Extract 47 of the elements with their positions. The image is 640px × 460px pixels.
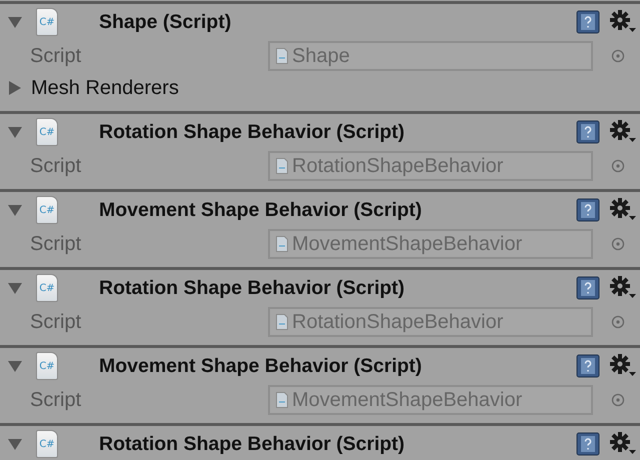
help-book-icon[interactable] <box>576 432 600 456</box>
help-book-icon[interactable] <box>576 10 600 34</box>
foldout-arrow-icon[interactable] <box>8 81 22 95</box>
script-file-icon: C# <box>36 196 58 224</box>
help-book-icon[interactable] <box>576 120 600 144</box>
settings-icon[interactable] <box>610 276 636 300</box>
script-field[interactable]: MovementShapeBehavior <box>268 385 593 415</box>
settings-icon[interactable] <box>610 354 636 378</box>
help-book-icon[interactable] <box>576 198 600 222</box>
field-label: Script <box>30 232 82 256</box>
settings-icon[interactable] <box>610 198 636 222</box>
script-file-icon <box>276 236 288 252</box>
foldout-arrow-icon[interactable] <box>8 203 22 217</box>
foldout-arrow-icon[interactable] <box>8 15 22 29</box>
field-label: Script <box>30 310 82 334</box>
script-field[interactable]: Shape <box>268 41 593 71</box>
foldout-arrow-icon[interactable] <box>8 359 22 373</box>
script-file-icon <box>276 48 288 64</box>
settings-icon[interactable] <box>610 120 636 144</box>
script-field[interactable]: RotationShapeBehavior <box>268 307 593 337</box>
field-label: Script <box>30 44 82 68</box>
foldout-arrow-icon[interactable] <box>8 437 22 451</box>
help-book-icon[interactable] <box>576 276 600 300</box>
component-title: Movement Shape Behavior (Script) <box>99 354 423 378</box>
foldout-arrow-icon[interactable] <box>8 281 22 295</box>
script-field[interactable]: RotationShapeBehavior <box>268 151 593 181</box>
help-book-icon[interactable] <box>576 354 600 378</box>
script-file-icon <box>276 392 288 408</box>
script-file-icon: C# <box>36 430 58 458</box>
component-title: Rotation Shape Behavior (Script) <box>99 432 406 456</box>
field-label: Script <box>30 388 82 412</box>
script-file-icon: C# <box>36 118 58 146</box>
foldout-label[interactable]: Mesh Renderers <box>31 76 179 100</box>
script-field[interactable]: MovementShapeBehavior <box>268 229 593 259</box>
component-title: Rotation Shape Behavior (Script) <box>99 276 406 300</box>
foldout-arrow-icon[interactable] <box>8 125 22 139</box>
script-file-icon: C# <box>36 352 58 380</box>
script-file-icon: C# <box>36 8 58 36</box>
component-title: Movement Shape Behavior (Script) <box>99 198 423 222</box>
script-file-icon <box>276 314 288 330</box>
field-label: Script <box>30 154 82 178</box>
settings-icon[interactable] <box>610 432 636 456</box>
script-file-icon: C# <box>36 274 58 302</box>
script-file-icon <box>276 158 288 174</box>
component-title: Shape (Script) <box>99 10 232 34</box>
settings-icon[interactable] <box>610 10 636 34</box>
component-title: Rotation Shape Behavior (Script) <box>99 120 406 144</box>
